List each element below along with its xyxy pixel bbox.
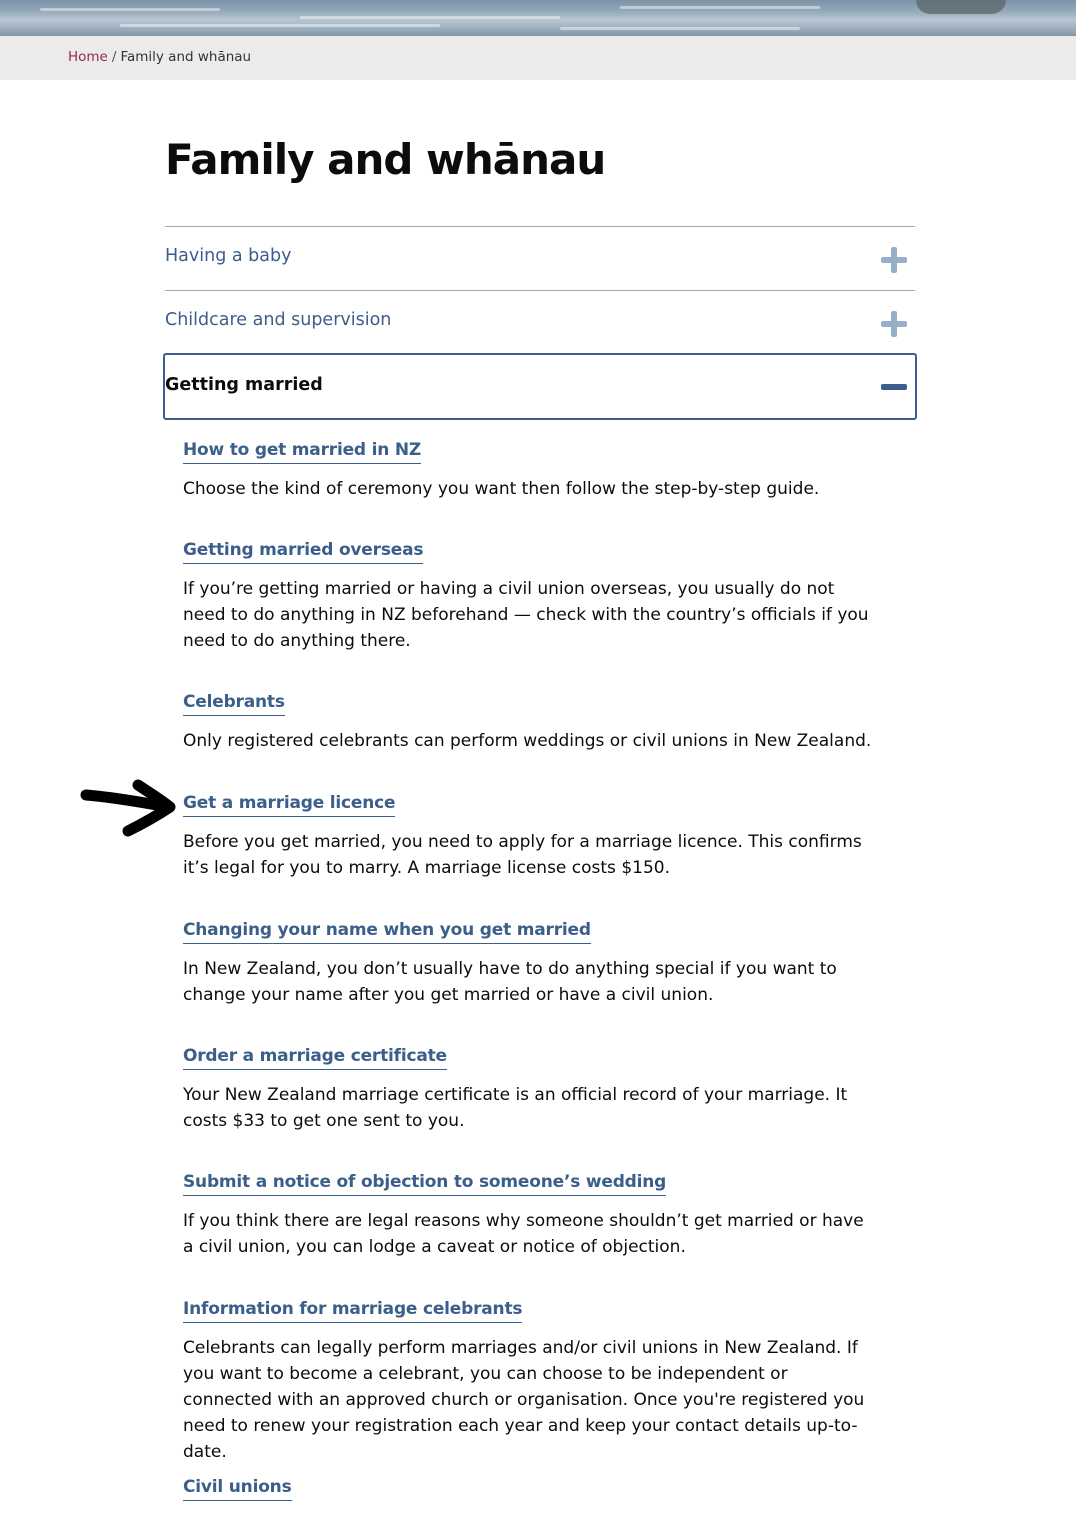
list-item: Information for marriage celebrants Cele…: [183, 1297, 873, 1465]
accordion-item-childcare[interactable]: Childcare and supervision: [165, 290, 915, 354]
plus-icon[interactable]: [881, 311, 907, 337]
breadcrumb-bar: Home / Family and whānau: [0, 36, 1076, 80]
link-submit-notice-of-objection[interactable]: Submit a notice of objection to someone’…: [183, 1170, 666, 1196]
link-changing-your-name[interactable]: Changing your name when you get married: [183, 918, 591, 944]
link-how-to-get-married[interactable]: How to get married in NZ: [183, 438, 421, 464]
hero-banner-image: [0, 0, 1076, 36]
list-item: Submit a notice of objection to someone’…: [183, 1170, 873, 1260]
breadcrumb-home-link[interactable]: Home: [68, 49, 108, 65]
link-civil-unions[interactable]: Civil unions: [183, 1475, 292, 1501]
list-item: Getting married overseas If you’re getti…: [183, 538, 873, 654]
list-item: Civil unions: [183, 1475, 873, 1501]
breadcrumb: Home / Family and whānau: [68, 49, 251, 65]
minus-icon[interactable]: [881, 384, 907, 390]
link-getting-married-overseas[interactable]: Getting married overseas: [183, 538, 423, 564]
accordion-item-label: Having a baby: [165, 246, 292, 266]
list-item: Order a marriage certificate Your New Ze…: [183, 1044, 873, 1134]
accordion-item-getting-married[interactable]: Getting married: [163, 353, 917, 420]
link-description: Choose the kind of ceremony you want the…: [183, 479, 820, 499]
arrow-annotation-icon: [80, 779, 176, 837]
accordion-item-label: Getting married: [165, 375, 323, 395]
link-order-marriage-certificate[interactable]: Order a marriage certificate: [183, 1044, 447, 1070]
list-item: Celebrants Only registered celebrants ca…: [183, 690, 873, 754]
link-description: In New Zealand, you don’t usually have t…: [183, 959, 837, 1005]
link-description: Only registered celebrants can perform w…: [183, 731, 872, 751]
list-item: Changing your name when you get married …: [183, 918, 873, 1008]
link-description: If you think there are legal reasons why…: [183, 1211, 864, 1257]
breadcrumb-current: Family and whānau: [120, 49, 252, 65]
list-item: How to get married in NZ Choose the kind…: [183, 438, 873, 502]
link-description: If you’re getting married or having a ci…: [183, 579, 869, 651]
plus-icon[interactable]: [881, 247, 907, 273]
link-description: Before you get married, you need to appl…: [183, 832, 862, 878]
accordion: Having a baby Childcare and supervision: [165, 226, 915, 354]
page-title: Family and whānau: [165, 135, 606, 184]
accordion-item-label: Childcare and supervision: [165, 310, 392, 330]
link-description: Your New Zealand marriage certificate is…: [183, 1085, 848, 1131]
link-description: Celebrants can legally perform marriages…: [183, 1338, 865, 1462]
list-item: Get a marriage licence Before you get ma…: [183, 791, 873, 881]
link-get-a-marriage-licence[interactable]: Get a marriage licence: [183, 791, 396, 817]
link-information-for-celebrants[interactable]: Information for marriage celebrants: [183, 1297, 523, 1323]
breadcrumb-separator: /: [111, 49, 117, 65]
link-celebrants[interactable]: Celebrants: [183, 690, 285, 716]
accordion-item-having-a-baby[interactable]: Having a baby: [165, 226, 915, 290]
